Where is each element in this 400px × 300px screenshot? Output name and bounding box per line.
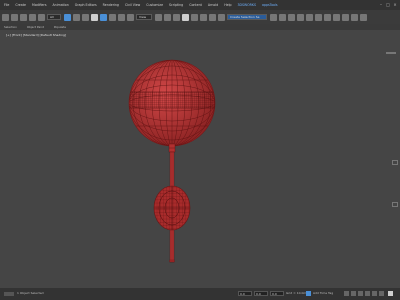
status-bar: 1 Object Selected 0.0 0.0 0.0 Grid = 10.… xyxy=(0,288,400,300)
select-and-rotate-icon[interactable] xyxy=(109,13,116,21)
select-by-name-icon[interactable] xyxy=(73,13,80,21)
zoom-all-icon[interactable] xyxy=(351,291,356,296)
menu-rendering[interactable]: Rendering xyxy=(103,3,119,7)
spinner-snap-icon[interactable] xyxy=(209,13,216,21)
render-production-icon[interactable] xyxy=(360,13,367,21)
maximize-icon[interactable]: □ xyxy=(385,2,391,7)
maximize-viewport-icon[interactable] xyxy=(388,291,393,296)
rectangular-selection-icon[interactable] xyxy=(82,13,89,21)
select-object-icon[interactable] xyxy=(64,13,71,21)
menu-appstools[interactable]: appsTools xyxy=(262,3,278,7)
curve-editor-icon[interactable] xyxy=(315,13,322,21)
schematic-view-icon[interactable] xyxy=(324,13,331,21)
orbit-icon[interactable] xyxy=(379,291,384,296)
toggle-scene-explorer-icon[interactable] xyxy=(288,13,295,21)
y-coordinate-field[interactable]: 0.0 xyxy=(254,291,268,296)
front-viewport[interactable]: [+] [Front] [Standard] [Default Shading] xyxy=(0,30,400,288)
select-and-scale-icon[interactable] xyxy=(118,13,125,21)
menu-3dsworks[interactable]: 3DSWORKS xyxy=(238,3,257,7)
keyboard-shortcut-icon[interactable] xyxy=(173,13,180,21)
menu-file[interactable]: File xyxy=(4,3,9,7)
menu-arnold[interactable]: Arnold xyxy=(208,3,218,7)
z-coordinate-field[interactable]: 0.0 xyxy=(270,291,284,296)
material-editor-icon[interactable] xyxy=(333,13,340,21)
add-time-tag-label[interactable]: Add Time Tag xyxy=(313,291,333,295)
undo-icon[interactable] xyxy=(2,13,9,21)
menu-create[interactable]: Create xyxy=(15,3,26,7)
tab-object-paint[interactable]: Object Paint xyxy=(27,25,44,29)
disc-mesh xyxy=(153,185,191,231)
unlink-icon[interactable] xyxy=(29,13,36,21)
pivot-center-icon[interactable] xyxy=(155,13,162,21)
zoom-icon[interactable] xyxy=(344,291,349,296)
sphere-mesh xyxy=(128,59,216,147)
menu-content[interactable]: Content xyxy=(189,3,202,7)
tab-selection[interactable]: Selection xyxy=(4,25,17,29)
render-setup-icon[interactable] xyxy=(342,13,349,21)
menu-bar: File Create Modifiers Animation Graph Ed… xyxy=(0,0,400,10)
reference-coordinate-dropdown[interactable]: View xyxy=(136,14,152,20)
close-icon[interactable]: × xyxy=(392,2,398,7)
add-time-tag-icon[interactable] xyxy=(306,291,311,296)
menu-civil-view[interactable]: Civil View xyxy=(125,3,140,7)
minimize-icon[interactable]: – xyxy=(378,2,384,7)
link-icon[interactable] xyxy=(20,13,27,21)
menu-animation[interactable]: Animation xyxy=(53,3,69,7)
menu-graph-editors[interactable]: Graph Editors xyxy=(75,3,97,7)
selection-filter-dropdown[interactable]: All xyxy=(47,14,61,20)
rendered-frame-icon[interactable] xyxy=(351,13,358,21)
wireframe-model xyxy=(128,59,216,263)
main-toolbar: All View Create Selection Se xyxy=(0,10,400,24)
x-coordinate-field[interactable]: 0.0 xyxy=(238,291,252,296)
menu-modifiers[interactable]: Modifiers xyxy=(32,3,47,7)
select-manipulate-icon[interactable] xyxy=(164,13,171,21)
maxscript-listener-icon[interactable] xyxy=(4,292,14,296)
window-crossing-icon[interactable] xyxy=(91,13,98,21)
field-of-view-icon[interactable] xyxy=(365,291,370,296)
named-selection-dropdown[interactable]: Create Selection Se xyxy=(227,14,267,20)
ribbon-icon[interactable] xyxy=(306,13,313,21)
select-and-move-icon[interactable] xyxy=(100,13,107,21)
pan-view-icon[interactable] xyxy=(372,291,377,296)
edit-named-selection-icon[interactable] xyxy=(218,13,225,21)
menu-customize[interactable]: Customize xyxy=(146,3,163,7)
upper-stem-mesh xyxy=(169,151,175,189)
menu-help[interactable]: Help xyxy=(224,3,231,7)
snaps-toggle-icon[interactable] xyxy=(182,13,189,21)
place-icon[interactable] xyxy=(127,13,134,21)
menu-scripting[interactable]: Scripting xyxy=(169,3,183,7)
lower-stem-mesh xyxy=(169,229,175,263)
selection-status: 1 Object Selected xyxy=(17,291,44,295)
mirror-icon[interactable] xyxy=(270,13,277,21)
tab-populate[interactable]: Populate xyxy=(54,25,66,29)
neck-mesh xyxy=(168,143,176,153)
bind-space-warp-icon[interactable] xyxy=(38,13,45,21)
redo-icon[interactable] xyxy=(11,13,18,21)
percent-snap-icon[interactable] xyxy=(200,13,207,21)
zoom-extents-icon[interactable] xyxy=(358,291,363,296)
layer-explorer-icon[interactable] xyxy=(297,13,304,21)
angle-snap-icon[interactable] xyxy=(191,13,198,21)
align-icon[interactable] xyxy=(279,13,286,21)
